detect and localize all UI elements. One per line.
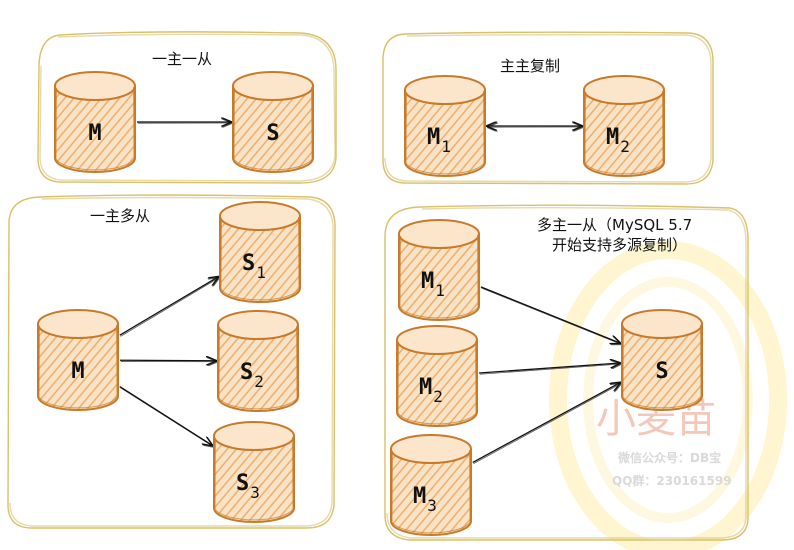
node-subscript-p3-s1: 1 — [256, 263, 266, 282]
watermark-qq: QQ群：230161599 — [612, 473, 732, 488]
node-label-p3-m: M — [71, 359, 84, 384]
caption-master-master: 主主复制 — [500, 57, 560, 75]
caption-one-master-one-slave: 一主一从 — [152, 50, 212, 68]
node-subscript-p4-m3: 3 — [427, 496, 437, 515]
db-cylinder-p3-m: M — [37, 309, 119, 411]
arrow-p3-m-p3-s1 — [119, 277, 219, 337]
db-cylinder-p4-s: S — [621, 309, 703, 411]
arrow-p1-m-p1-s — [137, 122, 232, 123]
node-label-p4-s: S — [655, 359, 668, 384]
node-subscript-p3-s2: 2 — [254, 372, 264, 391]
arrow-p3-m-p3-s3 — [119, 385, 213, 447]
caption-one-master-multi-slave: 一主多从 — [90, 207, 150, 225]
node-subscript-p4-m2: 2 — [433, 387, 443, 406]
node-subscript-p2-m2: 2 — [620, 137, 630, 156]
caption-multi-master-line2: 开始支持多源复制） — [552, 236, 687, 254]
db-cylinder-p4-m2: M2 — [396, 325, 478, 427]
db-cylinder-p1-s: S — [232, 71, 314, 173]
node-subscript-p3-s3: 3 — [250, 483, 260, 502]
node-label-p1-m: M — [88, 121, 101, 146]
arrow-p2-m1-p2-m2 — [487, 126, 583, 127]
node-subscript-p4-m1: 1 — [435, 281, 445, 300]
db-cylinder-p3-s1: S1 — [219, 201, 301, 303]
node-label-p1-s: S — [266, 121, 279, 146]
db-cylinder-p4-m3: M3 — [390, 434, 472, 536]
db-cylinder-p2-m1: M1 — [404, 75, 486, 177]
db-cylinder-p3-s2: S2 — [217, 310, 299, 412]
replication-topologies-diagram: 小麦苗 微信公众号：DB宝 QQ群：230161599 一主一从 主主复制 一主… — [7, 31, 787, 550]
db-cylinder-p1-m: M — [54, 71, 136, 173]
arrow-p4-m2-p4-s — [478, 363, 621, 375]
db-cylinder-p2-m2: M2 — [583, 75, 665, 177]
db-cylinder-p4-m1: M1 — [398, 219, 480, 321]
caption-multi-master-line1: 多主一从（MySQL 5.7 — [537, 216, 692, 234]
db-cylinder-p3-s3: S3 — [213, 421, 295, 523]
arrow-p3-m-p3-s2 — [119, 360, 217, 362]
node-subscript-p2-m1: 1 — [441, 137, 451, 156]
watermark-wechat: 微信公众号：DB宝 — [617, 450, 721, 465]
